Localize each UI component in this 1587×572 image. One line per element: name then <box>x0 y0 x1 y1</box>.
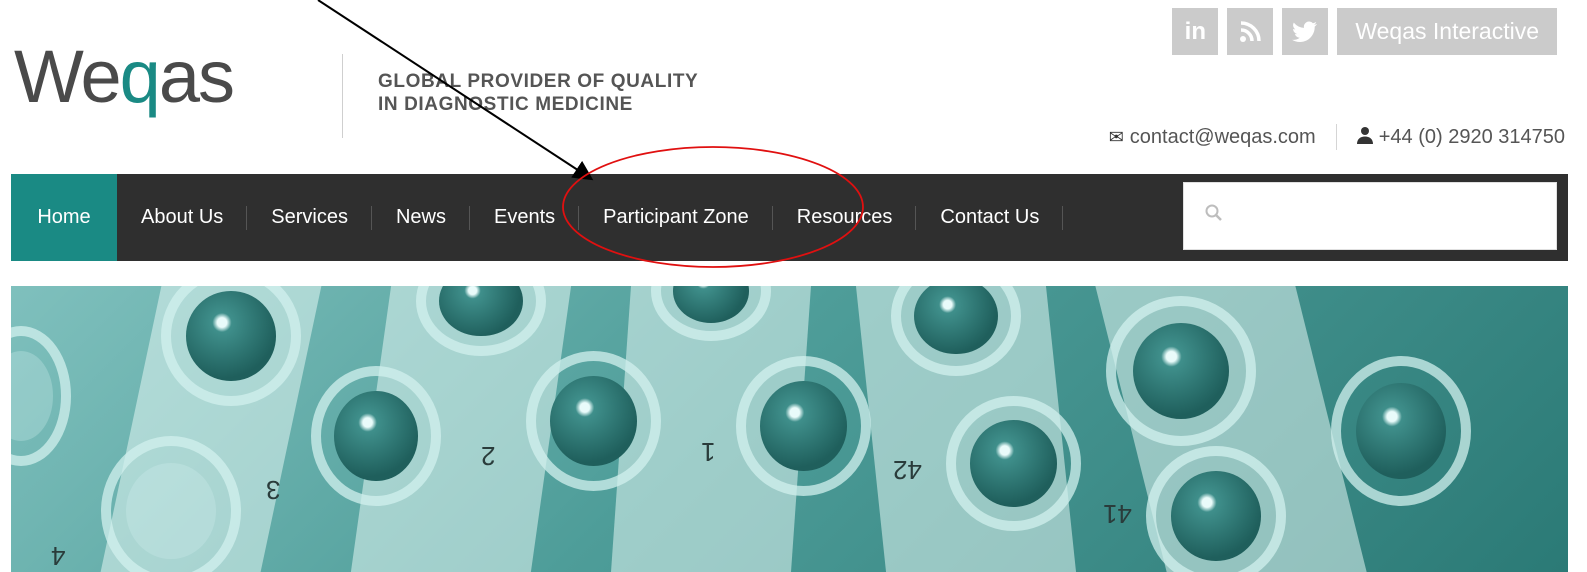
nav-label: Events <box>493 206 556 228</box>
sample-tube <box>946 396 1081 531</box>
nav-item-home[interactable]: Home <box>11 174 117 261</box>
nav-item-news[interactable]: News <box>372 174 470 261</box>
tube-label: 4 <box>51 541 66 571</box>
weqas-logo[interactable]: Weqas <box>14 40 314 140</box>
search-icon <box>1204 203 1224 229</box>
nav-item-about-us[interactable]: About Us <box>117 174 248 261</box>
nav-label: Services <box>271 206 348 228</box>
nav-label: Resources <box>796 206 893 228</box>
nav-label: Participant Zone <box>603 206 749 228</box>
sample-tube <box>736 356 871 496</box>
logo-wordmark: Weqas <box>14 40 235 114</box>
nav-item-events[interactable]: Events <box>470 174 580 261</box>
nav-item-resources[interactable]: Resources <box>773 174 917 261</box>
contact-info: ✉ contact@weqas.com +44 (0) 2920 314750 <box>1109 124 1565 150</box>
nav-item-services[interactable]: Services <box>247 174 372 261</box>
nav-label: Home <box>37 206 91 228</box>
sample-tube <box>526 351 661 491</box>
tagline-line-2: IN DIAGNOSTIC MEDICINE <box>378 94 633 115</box>
logo-text-we: We <box>14 35 122 118</box>
sample-tube <box>11 326 71 466</box>
tube-label: 3 <box>266 475 281 505</box>
contact-email[interactable]: contact@weqas.com <box>1130 126 1316 149</box>
main-navigation: Home About Us Services News Events Parti… <box>11 174 1568 261</box>
sample-tube <box>1331 356 1471 506</box>
weqas-interactive-label: Weqas Interactive <box>1355 18 1539 44</box>
tube-label: 42 <box>893 455 922 485</box>
hero-banner-image: 3 2 1 42 41 4 <box>11 286 1568 572</box>
twitter-icon[interactable] <box>1282 8 1329 55</box>
twitter-glyph <box>1292 21 1318 42</box>
nav-label: About Us <box>141 206 224 228</box>
nav-label: Contact Us <box>940 206 1040 228</box>
sample-tube <box>311 366 441 506</box>
envelope-icon: ✉ <box>1108 126 1124 147</box>
nav-item-contact-us[interactable]: Contact Us <box>916 174 1064 261</box>
logo-text-as: as <box>158 35 235 118</box>
nav-divider <box>1062 206 1064 230</box>
weqas-interactive-button[interactable]: Weqas Interactive <box>1337 8 1557 55</box>
tagline-line-1: GLOBAL PROVIDER OF QUALITY <box>378 71 699 92</box>
linkedin-label: in <box>1184 17 1206 45</box>
rss-icon[interactable] <box>1227 8 1274 55</box>
sample-tube <box>1106 296 1256 446</box>
rss-glyph <box>1240 20 1262 42</box>
contact-separator <box>1335 124 1337 150</box>
logo-divider <box>342 54 343 138</box>
linkedin-icon[interactable]: in <box>1172 8 1219 55</box>
contact-phone[interactable]: +44 (0) 2920 314750 <box>1379 126 1565 149</box>
search-input[interactable] <box>1183 182 1557 250</box>
tagline: GLOBAL PROVIDER OF QUALITY IN DIAGNOSTIC… <box>378 70 698 116</box>
nav-label: News <box>395 206 446 228</box>
logo-text-q: q <box>119 35 161 118</box>
tube-label: 2 <box>481 441 496 471</box>
tube-label: 41 <box>1103 499 1132 529</box>
user-icon <box>1356 126 1373 149</box>
tube-label: 1 <box>701 437 716 467</box>
nav-item-participant-zone[interactable]: Participant Zone <box>579 174 773 261</box>
social-links: in Weqas Interactive <box>1172 8 1557 55</box>
